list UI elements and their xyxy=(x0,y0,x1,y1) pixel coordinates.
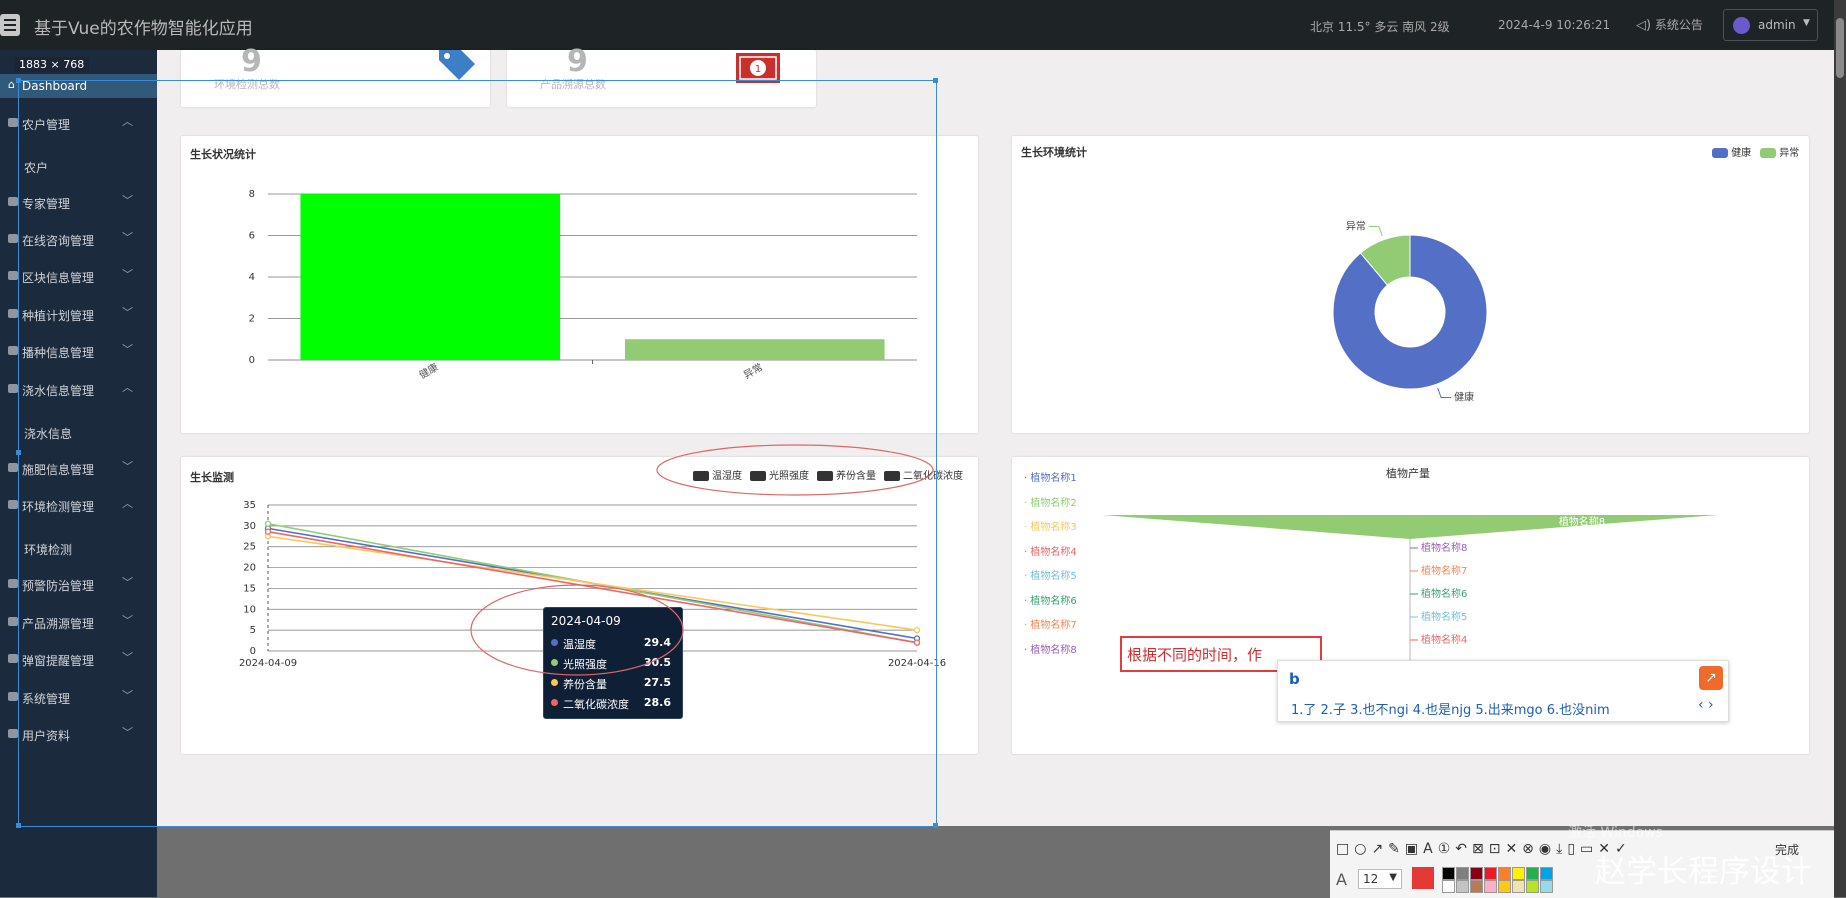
typed-text: 根据不同的时间，作 xyxy=(1127,646,1263,664)
caret-down-icon: ▼ xyxy=(1803,18,1810,28)
user-menu[interactable]: admin ▼ xyxy=(1723,9,1818,41)
svg-text:1: 1 xyxy=(755,64,761,75)
system-notice-button[interactable]: ◁) 系统公告 xyxy=(1636,16,1703,33)
funnel-label: 植物名称4 xyxy=(1421,633,1467,646)
top-bar: 基于Vue的农作物智能化应用 北京 11.5° 多云 南风 2级 2024-4-… xyxy=(0,0,1846,50)
selection-handle[interactable] xyxy=(16,78,21,83)
color-swatch[interactable] xyxy=(1498,867,1511,880)
environment-icon xyxy=(8,500,18,509)
ime-logo-icon[interactable]: ↗ xyxy=(1699,666,1723,690)
app-title: 基于Vue的农作物智能化应用 xyxy=(34,19,253,39)
bell-icon xyxy=(8,654,18,663)
user-icon xyxy=(8,617,18,626)
fertilizer-icon xyxy=(8,463,18,472)
expert-icon xyxy=(8,197,18,206)
ime-next-icon[interactable]: ‹ › xyxy=(1698,697,1714,713)
selection-size-label: 1883 × 768 xyxy=(14,57,90,72)
screenshot-selection[interactable] xyxy=(18,80,937,827)
user-name: admin xyxy=(1758,18,1796,32)
font-size-value: 12 xyxy=(1363,872,1379,886)
ime-candidate-panel[interactable]: b ↗ 1.了 2.子 3.也不ngi 4.也是njg 5.出来mgo 6.也没… xyxy=(1277,660,1729,722)
funnel-label: 植物名称6 xyxy=(1421,587,1467,600)
color-swatch[interactable] xyxy=(1512,880,1525,893)
funnel-top-label: 植物名称8 xyxy=(1559,515,1605,528)
selection-handle[interactable] xyxy=(933,78,938,83)
seed-icon xyxy=(8,346,18,355)
menu-toggle-icon[interactable] xyxy=(0,14,20,36)
selection-handle[interactable] xyxy=(16,450,21,455)
label-line xyxy=(1437,387,1452,399)
profile-icon xyxy=(8,729,18,738)
gear-icon xyxy=(8,692,18,701)
watermark: 赵学长程序设计 xyxy=(1595,854,1812,890)
block-icon xyxy=(8,271,18,280)
color-swatch[interactable] xyxy=(1512,867,1525,880)
toolbar-tools[interactable]: □○↗✎▣A①↶⊠⊡✕⊗◉⤓▯▭✕✓ xyxy=(1336,841,1632,857)
selection-handle[interactable] xyxy=(16,823,21,828)
font-size-select[interactable]: 12 ▼ xyxy=(1358,869,1402,889)
funnel-label: 植物名称7 xyxy=(1421,564,1467,577)
stat-value: 9 xyxy=(567,44,588,79)
home-icon: ⌂ xyxy=(8,78,15,91)
color-swatch[interactable] xyxy=(1526,880,1539,893)
font-icon: A xyxy=(1336,870,1347,889)
speaker-icon: ◁) xyxy=(1636,18,1652,33)
color-swatch[interactable] xyxy=(1456,880,1469,893)
color-swatch[interactable] xyxy=(1540,880,1553,893)
water-icon xyxy=(8,384,18,393)
warning-icon xyxy=(8,579,18,588)
chat-icon xyxy=(8,234,18,243)
ime-input-text: b xyxy=(1289,670,1300,688)
color-swatch[interactable] xyxy=(1484,867,1497,880)
color-swatch[interactable] xyxy=(1540,867,1553,880)
color-swatch[interactable] xyxy=(1470,867,1483,880)
page-scrollbar[interactable] xyxy=(1834,0,1846,897)
activate-windows-text: 激活 Windows xyxy=(1568,825,1663,841)
ime-candidates[interactable]: 1.了 2.子 3.也不ngi 4.也是njg 5.出来mgo 6.也没nim xyxy=(1291,699,1610,718)
current-color[interactable] xyxy=(1412,867,1434,889)
selection-handle[interactable] xyxy=(933,823,938,828)
caret-down-icon: ▼ xyxy=(1389,872,1397,883)
stat-value: 9 xyxy=(241,44,262,79)
color-swatch[interactable] xyxy=(1442,880,1455,893)
color-swatch[interactable] xyxy=(1484,880,1497,893)
grid-icon xyxy=(8,309,18,318)
growth-environment-card: 生长环境统计 健康 异常 健康 异常 xyxy=(1012,136,1809,433)
slice-label: 异常 xyxy=(1346,219,1366,232)
avatar xyxy=(1733,17,1750,34)
slice-label: 健康 xyxy=(1454,391,1474,404)
color-swatch[interactable] xyxy=(1526,867,1539,880)
users-icon xyxy=(8,118,18,127)
funnel-label: 植物名称5 xyxy=(1421,610,1467,623)
growth-environment-donut-chart: 健康 异常 xyxy=(1332,219,1488,404)
color-swatch[interactable] xyxy=(1498,880,1511,893)
label-line xyxy=(1368,225,1383,237)
funnel-label: 植物名称8 xyxy=(1421,541,1467,554)
color-swatch[interactable] xyxy=(1442,867,1455,880)
notice-label: 系统公告 xyxy=(1654,18,1703,32)
funnel-segment xyxy=(1102,515,1718,539)
color-swatch[interactable] xyxy=(1456,867,1469,880)
scroll-thumb[interactable] xyxy=(1836,18,1844,78)
weather-info: 北京 11.5° 多云 南风 2级 xyxy=(1310,20,1450,34)
color-swatch[interactable] xyxy=(1470,880,1483,893)
datetime: 2024-4-9 10:26:21 xyxy=(1498,18,1611,32)
